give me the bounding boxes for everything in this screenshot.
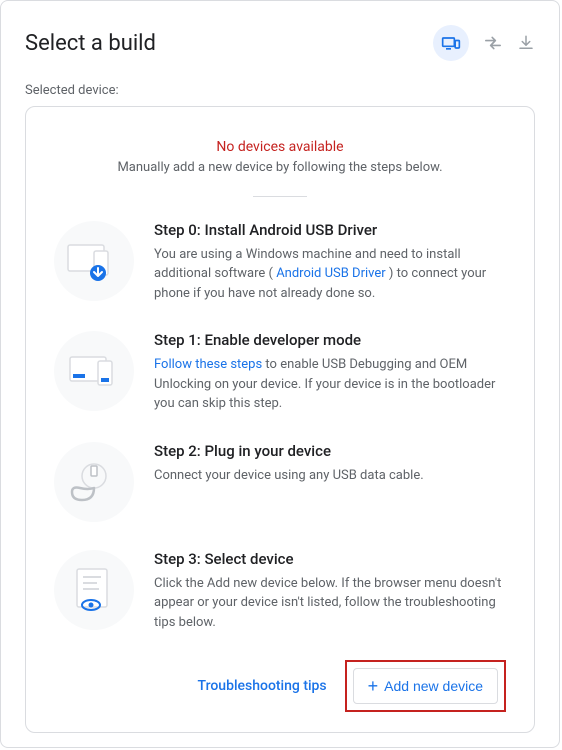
- add-device-label: Add new device: [384, 678, 483, 694]
- step-0-illustration: [54, 221, 134, 301]
- no-devices-title: No devices available: [54, 139, 506, 155]
- troubleshooting-tips-link[interactable]: Troubleshooting tips: [198, 678, 327, 694]
- download-icon[interactable]: [517, 34, 535, 52]
- plus-icon: +: [368, 677, 379, 695]
- step-2-desc: Connect your device using any USB data c…: [154, 466, 506, 486]
- step-3-illustration: [54, 550, 134, 630]
- step-2: Step 2: Plug in your device Connect your…: [54, 442, 506, 522]
- swap-icon[interactable]: [483, 35, 503, 51]
- follow-steps-link[interactable]: Follow these steps: [154, 357, 262, 372]
- page-title: Select a build: [25, 31, 156, 56]
- step-2-title: Step 2: Plug in your device: [154, 442, 506, 460]
- devices-icon-button[interactable]: [433, 25, 469, 61]
- device-setup-card: No devices available Manually add a new …: [25, 106, 535, 733]
- header: Select a build: [25, 25, 535, 61]
- plug-device-icon: [66, 454, 122, 510]
- install-driver-icon: [64, 237, 124, 285]
- build-selector-card: Select a build Selected device: No devic: [0, 0, 560, 748]
- step-1-content: Step 1: Enable developer mode Follow the…: [154, 331, 506, 414]
- step-0-desc: You are using a Windows machine and need…: [154, 245, 506, 304]
- step-1-desc: Follow these steps to enable USB Debuggi…: [154, 355, 506, 414]
- selected-device-label: Selected device:: [25, 83, 535, 98]
- step-1-title: Step 1: Enable developer mode: [154, 331, 506, 349]
- step-1: Step 1: Enable developer mode Follow the…: [54, 331, 506, 414]
- highlight-annotation: + Add new device: [345, 660, 506, 712]
- step-3-content: Step 3: Select device Click the Add new …: [154, 550, 506, 633]
- step-1-illustration: [54, 331, 134, 411]
- step-0: Step 0: Install Android USB Driver You a…: [54, 221, 506, 304]
- no-devices-subtitle: Manually add a new device by following t…: [105, 159, 455, 178]
- step-2-illustration: [54, 442, 134, 522]
- step-3-desc: Click the Add new device below. If the b…: [154, 574, 506, 633]
- step-3-title: Step 3: Select device: [154, 550, 506, 568]
- developer-mode-icon: [64, 351, 124, 391]
- header-icons: [433, 25, 535, 61]
- divider: [253, 196, 307, 197]
- no-devices-section: No devices available Manually add a new …: [54, 139, 506, 178]
- android-usb-driver-link[interactable]: Android USB Driver: [276, 266, 385, 281]
- footer-actions: Troubleshooting tips + Add new device: [54, 660, 506, 712]
- step-0-title: Step 0: Install Android USB Driver: [154, 221, 506, 239]
- step-2-content: Step 2: Plug in your device Connect your…: [154, 442, 506, 522]
- select-device-icon: [67, 563, 121, 617]
- add-new-device-button[interactable]: + Add new device: [353, 668, 498, 704]
- devices-icon: [441, 33, 461, 53]
- step-3: Step 3: Select device Click the Add new …: [54, 550, 506, 633]
- step-0-content: Step 0: Install Android USB Driver You a…: [154, 221, 506, 304]
